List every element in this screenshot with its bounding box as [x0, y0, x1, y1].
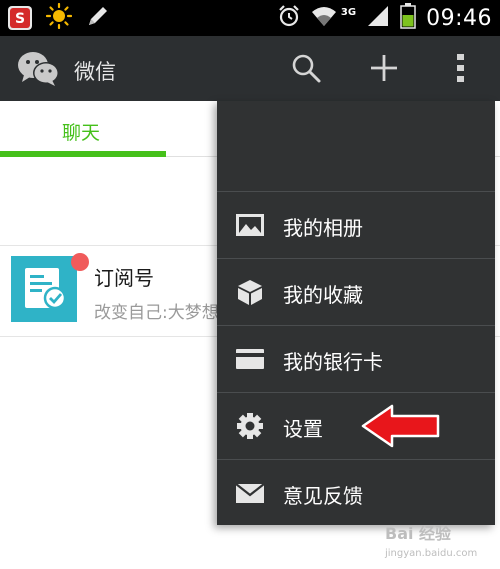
- menu-item-label: 我的收藏: [283, 283, 363, 307]
- chat-preview: 改变自己:大梦想: [94, 303, 219, 323]
- favorites-cube-icon: [235, 278, 265, 306]
- active-tab-indicator: [0, 151, 166, 157]
- menu-divider: [217, 258, 495, 259]
- menu-item-label: 设置: [283, 417, 323, 441]
- watermark: Bai 经验 jingyan.baidu.com: [385, 516, 495, 566]
- menu-item-label: 意见反馈: [283, 484, 363, 508]
- sun-icon: [45, 2, 73, 33]
- overflow-menu: 我的相册 我的收藏 我的银行卡 设置 意见反馈: [217, 101, 495, 525]
- unread-badge: [71, 253, 89, 271]
- menu-divider: [217, 325, 495, 326]
- settings-gear-icon: [235, 412, 265, 440]
- menu-item-label: 我的银行卡: [283, 350, 383, 374]
- menu-divider: [217, 392, 495, 393]
- menu-divider: [217, 459, 495, 460]
- menu-item-bank-card[interactable]: 我的银行卡: [217, 325, 495, 392]
- menu-item-favorites[interactable]: 我的收藏: [217, 258, 495, 325]
- chat-title: 订阅号: [94, 266, 154, 290]
- more-vertical-icon[interactable]: [443, 50, 479, 86]
- wifi-icon: [311, 4, 337, 32]
- menu-item-album[interactable]: 我的相册: [217, 191, 495, 258]
- search-icon[interactable]: [288, 50, 324, 86]
- plus-icon[interactable]: [366, 50, 402, 86]
- app-title-bar: 微信: [0, 36, 500, 101]
- svg-text:S: S: [15, 11, 25, 27]
- screen: S 3G 09:46 微信 聊天 订阅号 改变自己:大梦想 我的相册 我的收藏 …: [0, 0, 500, 569]
- menu-item-settings[interactable]: 设置: [217, 392, 495, 459]
- photo-album-icon: [235, 211, 265, 239]
- status-bar-right: 3G 09:46: [277, 3, 492, 33]
- status-bar-left: S: [8, 2, 110, 33]
- menu-divider: [217, 191, 495, 192]
- battery-icon: [400, 3, 416, 33]
- pencil-icon: [86, 4, 110, 32]
- feedback-envelope-icon: [235, 479, 265, 507]
- wechat-logo-icon: [16, 49, 62, 89]
- tab-chats[interactable]: 聊天: [62, 118, 100, 145]
- app-title: 微信: [74, 60, 116, 84]
- menu-header-blank: [217, 101, 495, 191]
- clock-time: 09:46: [426, 5, 492, 31]
- menu-item-label: 我的相册: [283, 216, 363, 240]
- subscription-icon: [11, 256, 77, 322]
- watermark-logo-text: Bai 经验: [385, 524, 452, 543]
- alarm-icon: [277, 4, 301, 32]
- app-s-icon: S: [8, 6, 32, 30]
- signal-icon: [366, 5, 390, 31]
- bank-card-icon: [235, 345, 265, 373]
- network-type: 3G: [340, 6, 357, 18]
- status-bar: S 3G 09:46: [0, 0, 500, 36]
- watermark-url: jingyan.baidu.com: [385, 548, 478, 559]
- red-arrow-icon: [360, 403, 442, 449]
